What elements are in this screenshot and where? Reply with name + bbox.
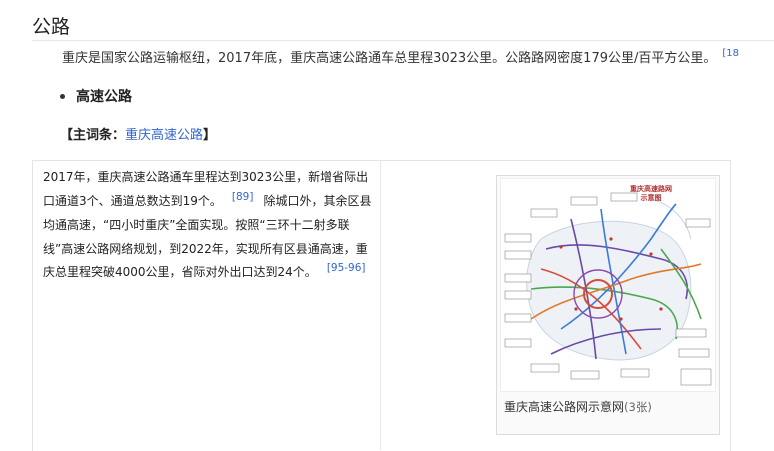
figure-count: (3张) bbox=[624, 400, 652, 414]
section-title: 公路 bbox=[32, 16, 71, 38]
map-title-line2: 示意图 bbox=[640, 193, 662, 202]
map-title-line1: 重庆高速路网 bbox=[630, 184, 672, 193]
highway-map-image[interactable]: 重庆高速路网 示意图 bbox=[500, 178, 716, 392]
main-entry-prefix: 【主词条： bbox=[60, 128, 126, 143]
citation-ref[interactable]: [18 bbox=[722, 48, 739, 59]
paragraph-text: 重庆是国家公路运输枢纽，2017年底，重庆高速公路通车总里程3023公里。公路路… bbox=[62, 51, 717, 66]
main-entry-link[interactable]: 重庆高速公路 bbox=[125, 128, 203, 143]
citation-ref-89[interactable]: [89] bbox=[232, 191, 254, 203]
card-text: 2017年，重庆高速公路通车里程达到3023公里，新增省际出口通道3个、通道总数… bbox=[43, 166, 373, 286]
figure-caption[interactable]: 重庆高速公路网示意网(3张) bbox=[504, 398, 652, 415]
citation-ref-95-96[interactable]: [95-96] bbox=[327, 262, 366, 274]
figure-caption-text: 重庆高速公路网示意网 bbox=[504, 400, 625, 414]
section-paragraph: 重庆是国家公路运输枢纽，2017年底，重庆高速公路通车总里程3023公里。公路路… bbox=[62, 47, 739, 66]
highway-map-graphic: 重庆高速路网 示意图 bbox=[501, 179, 715, 391]
section-divider bbox=[32, 40, 774, 41]
bullet-icon bbox=[60, 94, 65, 99]
main-entry-note: 【主词条：重庆高速公路】 bbox=[60, 124, 216, 143]
main-entry-suffix: 】 bbox=[203, 128, 217, 143]
card-divider bbox=[380, 160, 381, 450]
subsection-title: 高速公路 bbox=[76, 89, 132, 105]
